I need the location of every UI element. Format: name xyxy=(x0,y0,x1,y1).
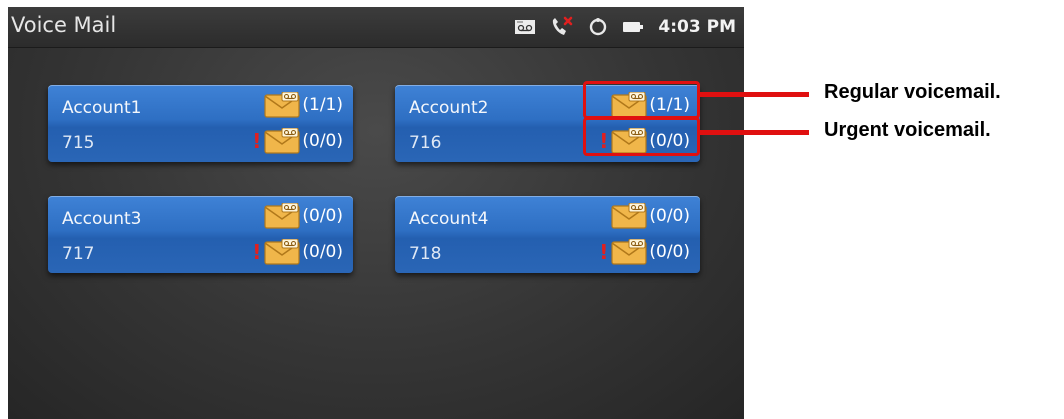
account-card-4[interactable]: Account4 718 (0/0) ! (0/0) xyxy=(395,196,700,273)
urgent-mark: ! xyxy=(252,240,262,264)
account-card-3[interactable]: Account3 717 (0/0) ! (0/0) xyxy=(48,196,353,273)
urgent-mark: ! xyxy=(599,240,609,264)
voicemail-envelope-icon xyxy=(264,92,300,118)
urgent-voicemail-count: (0/0) xyxy=(302,242,343,262)
account-number: 715 xyxy=(62,133,95,153)
voicemail-envelope-icon xyxy=(264,128,300,154)
regular-voicemail-count: (0/0) xyxy=(649,206,690,226)
urgent-voicemail-count: (0/0) xyxy=(649,242,690,262)
regular-voicemail-row: (0/0) xyxy=(264,203,343,229)
account-number: 718 xyxy=(409,244,442,264)
regular-voicemail-highlight xyxy=(583,81,700,119)
status-bar: Voice Mail 4:03 PM xyxy=(8,7,744,48)
urgent-voicemail-row: ! (0/0) xyxy=(599,239,690,265)
regular-voicemail-count: (0/0) xyxy=(302,206,343,226)
regular-voicemail-row: (0/0) xyxy=(611,203,690,229)
account-card-1[interactable]: Account1 715 (1/1) ! (0/0) xyxy=(48,85,353,162)
regular-voicemail-row: (1/1) xyxy=(264,92,343,118)
account-number: 717 xyxy=(62,244,95,264)
urgent-mark: ! xyxy=(252,129,262,153)
urgent-callout-line xyxy=(697,130,809,135)
regular-callout-line xyxy=(697,92,809,97)
urgent-voicemail-row: ! (0/0) xyxy=(252,128,343,154)
status-icons: 4:03 PM xyxy=(514,7,736,47)
account-name: Account4 xyxy=(409,209,489,229)
regular-voicemail-count: (1/1) xyxy=(302,95,343,115)
voicemail-envelope-icon xyxy=(264,239,300,265)
voicemail-envelope-icon xyxy=(264,203,300,229)
battery-icon xyxy=(622,20,644,34)
urgent-voicemail-highlight xyxy=(583,117,700,156)
urgent-voicemail-label: Urgent voicemail. xyxy=(824,119,991,141)
account-name: Account1 xyxy=(62,98,142,118)
voicemail-envelope-icon xyxy=(611,239,647,265)
missed-call-icon xyxy=(550,16,574,38)
account-number: 716 xyxy=(409,133,442,153)
device-screen: Voice Mail 4:03 PM Account1 715 (1/1) ! xyxy=(8,7,744,419)
urgent-voicemail-count: (0/0) xyxy=(302,131,343,151)
account-name: Account3 xyxy=(62,209,142,229)
voicemail-icon xyxy=(514,19,536,35)
sync-icon xyxy=(588,17,608,37)
regular-voicemail-label: Regular voicemail. xyxy=(824,81,1001,103)
voicemail-envelope-icon xyxy=(611,203,647,229)
clock-time: 4:03 PM xyxy=(658,17,736,37)
urgent-voicemail-row: ! (0/0) xyxy=(252,239,343,265)
account-name: Account2 xyxy=(409,98,489,118)
app-title: Voice Mail xyxy=(11,13,117,37)
